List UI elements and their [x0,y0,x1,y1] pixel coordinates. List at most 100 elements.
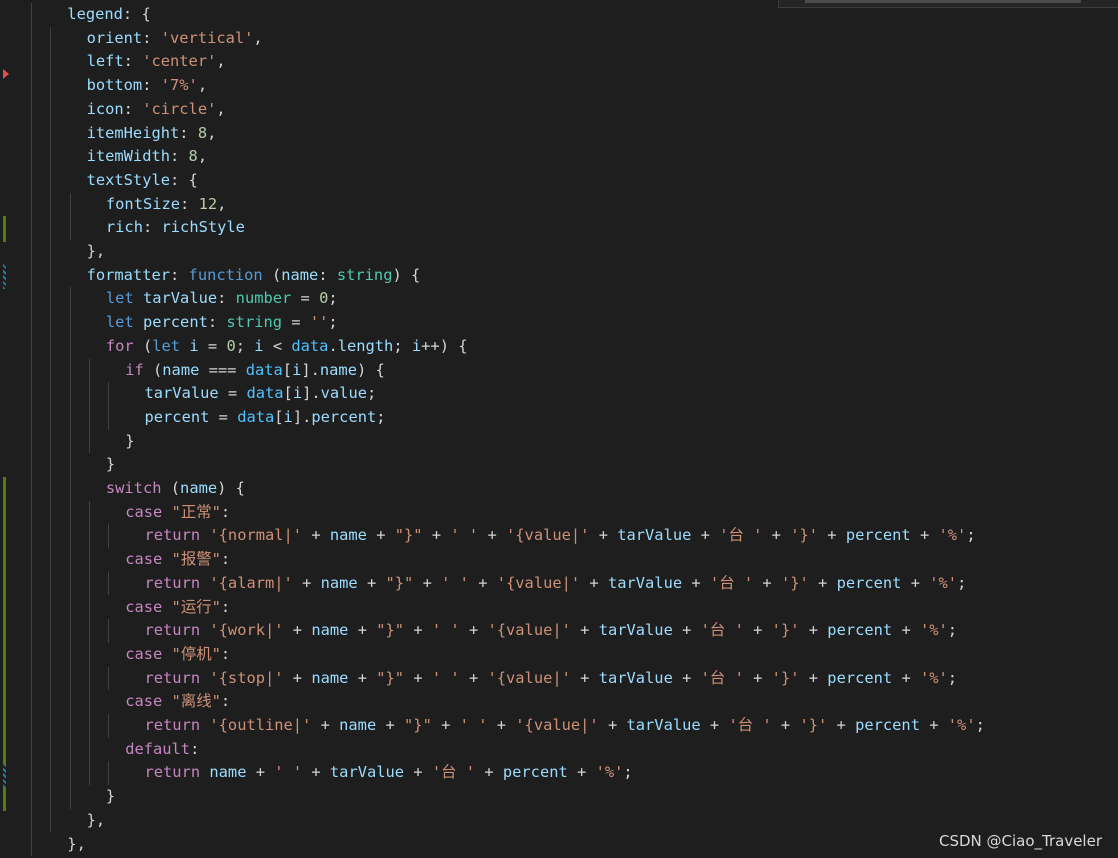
code-token: ; [966,526,976,545]
code-line[interactable]: } [106,785,115,809]
code-token: let [105,289,134,308]
code-line[interactable]: icon: 'circle', [87,98,226,122]
code-line[interactable]: return '{alarm|' + name + "}" + ' ' + '{… [145,572,967,596]
code-token: percent [836,573,902,592]
code-token: return [144,716,201,734]
added-lines-marker[interactable] [3,477,6,765]
code-line[interactable]: } [125,430,134,454]
code-token: '台 ' [728,716,772,734]
code-token: 'circle' [142,99,217,118]
code-token: = [218,384,247,403]
code-line[interactable]: fontSize: 12, [106,193,227,217]
code-token: '台 ' [700,621,744,640]
code-token: + [700,716,729,734]
watermark-text: CSDN @Ciao_Traveler [938,832,1102,850]
code-token: + [598,716,627,734]
code-token: + [487,716,516,734]
code-token: formatter [86,265,170,284]
deleted-lines-marker-icon[interactable] [3,69,9,79]
code-token: "正常" [171,502,221,521]
code-line[interactable]: textStyle: { [87,169,198,193]
code-line[interactable]: let percent: string = ''; [106,311,338,335]
code-token: = [209,407,238,426]
code-line[interactable]: percent = data[i].percent; [145,406,386,430]
modified-lines-marker[interactable] [3,263,6,289]
code-token: itemHeight [86,123,180,142]
code-token: ; [328,289,338,308]
indent-guide [108,619,110,643]
indent-guide [69,192,71,240]
code-token: : [179,123,198,142]
minimap-scrollbar[interactable] [778,0,1118,8]
code-token: i [411,336,422,355]
code-line[interactable]: return '{outline|' + name + "}" + ' ' + … [145,714,985,738]
code-token: ' ' [431,621,460,640]
code-line[interactable]: case "报警": [125,548,230,572]
code-token: + [283,621,312,640]
code-token: + [431,716,460,734]
code-line[interactable]: }, [67,833,86,857]
indent-guide [108,761,110,786]
code-token: + [892,668,920,687]
code-token: < [263,336,292,355]
code-token: "}" [394,526,423,545]
added-lines-marker[interactable] [3,787,6,811]
code-token: '%' [929,573,958,592]
code-editor[interactable]: legend: {orient: 'vertical', left: 'cente… [0,0,1118,858]
code-token: rich [105,218,143,237]
code-line[interactable]: case "正常": [125,501,230,525]
code-token: '{value|' [496,573,581,592]
indent-guide [108,666,110,691]
modified-lines-marker[interactable] [3,765,6,787]
code-token: i [292,360,302,379]
code-token: '}' [799,716,828,734]
code-line[interactable]: return '{work|' + name + "}" + ' ' + '{v… [145,619,958,643]
code-line[interactable]: switch (name) { [106,477,245,501]
code-token: name [319,360,357,379]
code-token: '{value|' [506,526,590,545]
code-line[interactable]: } [106,453,115,477]
code-line[interactable]: orient: 'vertical', [87,27,263,51]
code-token: '%' [595,763,624,782]
code-token: : [170,147,189,166]
code-token: "离线" [171,692,221,711]
code-line[interactable]: for (let i = 0; i < data.length; i++) { [106,335,468,359]
code-line[interactable]: left: 'center', [87,50,226,74]
code-token: [ [274,407,284,426]
code-line[interactable]: rich: richStyle [106,216,245,240]
code-token: + [404,763,432,782]
code-token: let [105,313,134,332]
code-line[interactable]: return name + ' ' + tarValue + '台 ' + pe… [145,761,633,785]
code-token: + [246,763,275,782]
code-token: , [217,194,227,213]
code-token: }, [86,810,106,829]
code-token: + [404,668,432,687]
code-line[interactable]: return '{stop|' + name + "}" + ' ' + '{v… [145,667,958,691]
code-line[interactable]: return '{normal|' + name + "}" + ' ' + '… [145,524,976,548]
code-line[interactable]: legend: { [67,3,150,27]
minimap-slider[interactable] [805,0,1081,3]
code-line[interactable]: case "停机": [125,643,230,667]
code-line[interactable]: }, [87,809,106,833]
code-line[interactable]: tarValue = data[i].value; [145,382,377,406]
editor-gutter [0,0,12,858]
code-line[interactable]: case "离线": [125,690,230,714]
code-token: case [125,550,163,569]
code-token: case [125,644,163,663]
code-line[interactable]: case "运行": [125,596,230,620]
code-line[interactable]: itemWidth: 8, [87,145,208,169]
code-line[interactable]: bottom: '7%', [87,74,208,98]
added-lines-marker[interactable] [3,216,6,242]
code-line[interactable]: default: [125,738,199,762]
code-line[interactable]: }, [87,240,106,264]
code-line[interactable]: formatter: function (name: string) { [87,264,421,288]
code-line[interactable]: itemHeight: 8, [87,122,217,146]
code-line[interactable]: let tarValue: number = 0; [106,287,338,311]
code-line[interactable]: if (name === data[i].name) { [125,359,385,383]
code-token: + [672,621,701,640]
code-token: : [190,739,200,758]
code-token: name [209,763,247,782]
